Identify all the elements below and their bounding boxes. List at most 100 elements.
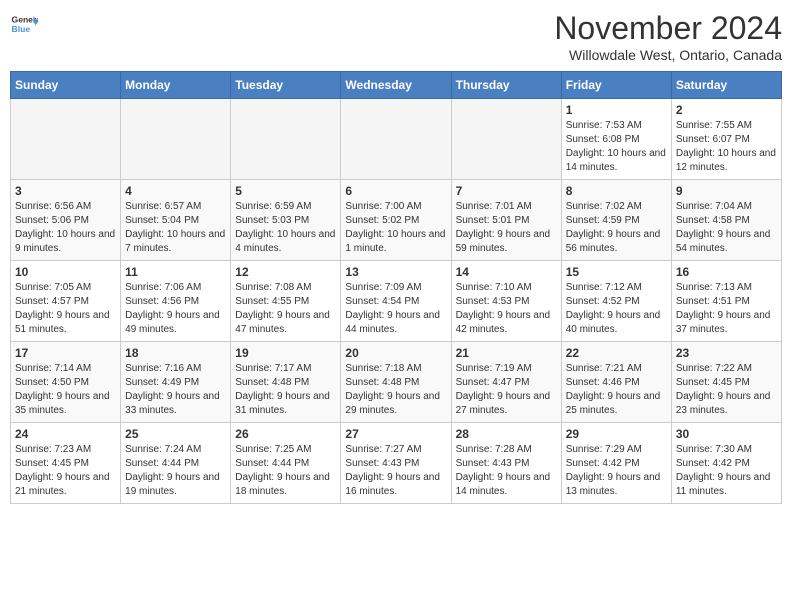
calendar-table: SundayMondayTuesdayWednesdayThursdayFrid… — [10, 71, 782, 504]
day-number: 20 — [345, 346, 446, 360]
day-info: Sunrise: 6:59 AM Sunset: 5:03 PM Dayligh… — [235, 200, 336, 256]
day-number: 2 — [676, 103, 777, 117]
day-cell-2: 2 Sunrise: 7:55 AM Sunset: 6:07 PM Daylig… — [671, 99, 781, 180]
weekday-header-thursday: Thursday — [451, 72, 561, 99]
day-number: 22 — [566, 346, 667, 360]
day-info: Sunrise: 7:00 AM Sunset: 5:02 PM Dayligh… — [345, 200, 446, 256]
day-cell-26: 26 Sunrise: 7:25 AM Sunset: 4:44 PM Dayli… — [231, 423, 341, 504]
day-cell-5: 5 Sunrise: 6:59 AM Sunset: 5:03 PM Daylig… — [231, 180, 341, 261]
day-number: 7 — [456, 184, 557, 198]
day-cell-17: 17 Sunrise: 7:14 AM Sunset: 4:50 PM Dayli… — [11, 342, 121, 423]
day-cell-4: 4Sunrise: 6:57 AM Sunset: 5:04 PM Daylig… — [121, 180, 231, 261]
day-number: 26 — [235, 427, 336, 441]
empty-cell — [231, 99, 341, 180]
day-info: Sunrise: 7:06 AM Sunset: 4:56 PM Dayligh… — [125, 281, 226, 337]
day-info: Sunrise: 7:19 AM Sunset: 4:47 PM Dayligh… — [456, 362, 557, 418]
day-cell-21: 21Sunrise: 7:19 AM Sunset: 4:47 PM Dayli… — [451, 342, 561, 423]
week-row-3: 10 Sunrise: 7:05 AM Sunset: 4:57 PM Dayli… — [11, 261, 782, 342]
day-number: 12 — [235, 265, 336, 279]
day-info: Sunrise: 7:14 AM Sunset: 4:50 PM Dayligh… — [15, 362, 116, 418]
day-info: Sunrise: 7:04 AM Sunset: 4:58 PM Dayligh… — [676, 200, 777, 256]
day-cell-9: 9 Sunrise: 7:04 AM Sunset: 4:58 PM Daylig… — [671, 180, 781, 261]
day-info: Sunrise: 7:08 AM Sunset: 4:55 PM Dayligh… — [235, 281, 336, 337]
day-info: Sunrise: 7:53 AM Sunset: 6:08 PM Dayligh… — [566, 119, 667, 175]
day-cell-24: 24 Sunrise: 7:23 AM Sunset: 4:45 PM Dayli… — [11, 423, 121, 504]
day-info: Sunrise: 7:24 AM Sunset: 4:44 PM Dayligh… — [125, 443, 226, 499]
logo-icon: General Blue — [10, 10, 38, 38]
day-number: 24 — [15, 427, 116, 441]
day-cell-28: 28 Sunrise: 7:28 AM Sunset: 4:43 PM Dayli… — [451, 423, 561, 504]
day-info: Sunrise: 7:05 AM Sunset: 4:57 PM Dayligh… — [15, 281, 116, 337]
day-cell-18: 18 Sunrise: 7:16 AM Sunset: 4:49 PM Dayli… — [121, 342, 231, 423]
day-number: 3 — [15, 184, 116, 198]
day-info: Sunrise: 7:18 AM Sunset: 4:48 PM Dayligh… — [345, 362, 446, 418]
day-cell-3: 3 Sunrise: 6:56 AM Sunset: 5:06 PM Daylig… — [11, 180, 121, 261]
weekday-header-tuesday: Tuesday — [231, 72, 341, 99]
day-cell-11: 11Sunrise: 7:06 AM Sunset: 4:56 PM Dayli… — [121, 261, 231, 342]
day-info: Sunrise: 6:57 AM Sunset: 5:04 PM Dayligh… — [125, 200, 226, 256]
day-number: 28 — [456, 427, 557, 441]
day-info: Sunrise: 7:16 AM Sunset: 4:49 PM Dayligh… — [125, 362, 226, 418]
day-number: 6 — [345, 184, 446, 198]
day-cell-15: 15Sunrise: 7:12 AM Sunset: 4:52 PM Dayli… — [561, 261, 671, 342]
day-cell-25: 25 Sunrise: 7:24 AM Sunset: 4:44 PM Dayli… — [121, 423, 231, 504]
day-info: Sunrise: 7:21 AM Sunset: 4:46 PM Dayligh… — [566, 362, 667, 418]
week-row-4: 17 Sunrise: 7:14 AM Sunset: 4:50 PM Dayli… — [11, 342, 782, 423]
day-info: Sunrise: 7:12 AM Sunset: 4:52 PM Dayligh… — [566, 281, 667, 337]
day-number: 16 — [676, 265, 777, 279]
day-info: Sunrise: 7:09 AM Sunset: 4:54 PM Dayligh… — [345, 281, 446, 337]
empty-cell — [451, 99, 561, 180]
day-cell-8: 8Sunrise: 7:02 AM Sunset: 4:59 PM Daylig… — [561, 180, 671, 261]
day-number: 9 — [676, 184, 777, 198]
day-info: Sunrise: 7:29 AM Sunset: 4:42 PM Dayligh… — [566, 443, 667, 499]
day-number: 5 — [235, 184, 336, 198]
weekday-header-wednesday: Wednesday — [341, 72, 451, 99]
title-area: November 2024 Willowdale West, Ontario, … — [554, 10, 782, 63]
day-number: 10 — [15, 265, 116, 279]
day-number: 23 — [676, 346, 777, 360]
day-info: Sunrise: 7:01 AM Sunset: 5:01 PM Dayligh… — [456, 200, 557, 256]
day-info: Sunrise: 7:28 AM Sunset: 4:43 PM Dayligh… — [456, 443, 557, 499]
day-cell-20: 20 Sunrise: 7:18 AM Sunset: 4:48 PM Dayli… — [341, 342, 451, 423]
day-cell-6: 6 Sunrise: 7:00 AM Sunset: 5:02 PM Daylig… — [341, 180, 451, 261]
week-row-1: 1 Sunrise: 7:53 AM Sunset: 6:08 PM Daylig… — [11, 99, 782, 180]
day-cell-13: 13 Sunrise: 7:09 AM Sunset: 4:54 PM Dayli… — [341, 261, 451, 342]
day-cell-14: 14 Sunrise: 7:10 AM Sunset: 4:53 PM Dayli… — [451, 261, 561, 342]
day-cell-30: 30 Sunrise: 7:30 AM Sunset: 4:42 PM Dayli… — [671, 423, 781, 504]
day-info: Sunrise: 6:56 AM Sunset: 5:06 PM Dayligh… — [15, 200, 116, 256]
weekday-header-row: SundayMondayTuesdayWednesdayThursdayFrid… — [11, 72, 782, 99]
day-cell-27: 27 Sunrise: 7:27 AM Sunset: 4:43 PM Dayli… — [341, 423, 451, 504]
location: Willowdale West, Ontario, Canada — [554, 47, 782, 63]
weekday-header-saturday: Saturday — [671, 72, 781, 99]
day-info: Sunrise: 7:55 AM Sunset: 6:07 PM Dayligh… — [676, 119, 777, 175]
day-cell-23: 23Sunrise: 7:22 AM Sunset: 4:45 PM Dayli… — [671, 342, 781, 423]
svg-text:Blue: Blue — [12, 24, 31, 34]
day-cell-19: 19 Sunrise: 7:17 AM Sunset: 4:48 PM Dayli… — [231, 342, 341, 423]
weekday-header-monday: Monday — [121, 72, 231, 99]
day-number: 25 — [125, 427, 226, 441]
day-info: Sunrise: 7:30 AM Sunset: 4:42 PM Dayligh… — [676, 443, 777, 499]
day-cell-10: 10 Sunrise: 7:05 AM Sunset: 4:57 PM Dayli… — [11, 261, 121, 342]
day-number: 17 — [15, 346, 116, 360]
day-number: 30 — [676, 427, 777, 441]
week-row-2: 3 Sunrise: 6:56 AM Sunset: 5:06 PM Daylig… — [11, 180, 782, 261]
day-info: Sunrise: 7:25 AM Sunset: 4:44 PM Dayligh… — [235, 443, 336, 499]
day-cell-16: 16 Sunrise: 7:13 AM Sunset: 4:51 PM Dayli… — [671, 261, 781, 342]
day-number: 1 — [566, 103, 667, 117]
day-info: Sunrise: 7:17 AM Sunset: 4:48 PM Dayligh… — [235, 362, 336, 418]
day-number: 18 — [125, 346, 226, 360]
day-cell-7: 7 Sunrise: 7:01 AM Sunset: 5:01 PM Daylig… — [451, 180, 561, 261]
day-info: Sunrise: 7:10 AM Sunset: 4:53 PM Dayligh… — [456, 281, 557, 337]
day-info: Sunrise: 7:13 AM Sunset: 4:51 PM Dayligh… — [676, 281, 777, 337]
day-info: Sunrise: 7:02 AM Sunset: 4:59 PM Dayligh… — [566, 200, 667, 256]
day-info: Sunrise: 7:23 AM Sunset: 4:45 PM Dayligh… — [15, 443, 116, 499]
page-header: General Blue November 2024 Willowdale We… — [10, 10, 782, 63]
day-number: 19 — [235, 346, 336, 360]
day-number: 27 — [345, 427, 446, 441]
day-number: 13 — [345, 265, 446, 279]
day-number: 14 — [456, 265, 557, 279]
day-cell-29: 29Sunrise: 7:29 AM Sunset: 4:42 PM Dayli… — [561, 423, 671, 504]
day-info: Sunrise: 7:27 AM Sunset: 4:43 PM Dayligh… — [345, 443, 446, 499]
day-cell-1: 1 Sunrise: 7:53 AM Sunset: 6:08 PM Daylig… — [561, 99, 671, 180]
empty-cell — [341, 99, 451, 180]
